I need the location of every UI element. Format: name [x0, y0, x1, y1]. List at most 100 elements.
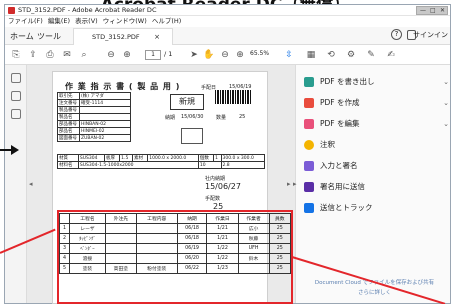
field-value: HINBAN-02	[79, 120, 131, 128]
close-button[interactable]: ✕	[440, 7, 445, 15]
menu-edit[interactable]: 編集(E)	[48, 16, 70, 27]
field-label: 図面番号	[57, 134, 80, 142]
new-order-box: 新規	[170, 94, 204, 110]
create-pdf-label: PDF を作成	[320, 98, 360, 107]
quantity-label: 数量	[216, 115, 227, 121]
comment-tool-icon	[304, 140, 314, 150]
tab-tools[interactable]: ツール	[37, 31, 61, 42]
field-value	[79, 113, 131, 121]
minimize-button[interactable]: —	[420, 7, 426, 15]
print-icon[interactable]: ⎙	[44, 49, 56, 61]
chevron-down-icon[interactable]: ⌄	[443, 117, 449, 131]
send-track-label: 送信とトラック	[320, 203, 373, 212]
material-table: 材質 SUS304 板厚 1.5 素材 1000.0 x 2000.0 個数 1…	[57, 154, 266, 169]
sheet-label: 個数	[197, 154, 215, 162]
create-icon[interactable]: ⎘	[10, 49, 22, 61]
field-label: 製品名	[57, 113, 80, 121]
acrobat-app-icon	[8, 7, 15, 14]
create-pdf-item[interactable]: PDF を作成 ⌄	[304, 96, 449, 110]
tools-pane: PDF を書き出し ⌄ PDF を作成 ⌄ PDF を編集 ⌄ 注釈 入力と署名…	[295, 65, 450, 303]
prev-page-icon[interactable]: ⊖	[105, 49, 117, 61]
upload-icon[interactable]: ⇪	[27, 49, 39, 61]
bookmark-icon[interactable]	[11, 91, 21, 101]
search-icon[interactable]: ⌕	[78, 49, 90, 61]
customer-label: 取引先	[57, 92, 80, 100]
document-heading: 作 業 指 示 書 ( 製 品 用 )	[65, 82, 181, 91]
window-controls: — □ ✕	[416, 6, 448, 15]
next-page-icon[interactable]: ⊕	[121, 49, 133, 61]
collapse-pane-arrow[interactable]: ▸	[293, 180, 297, 188]
help-icon[interactable]: ?	[391, 29, 402, 40]
sheet-value: 1	[213, 154, 222, 162]
comment-label: 注釈	[320, 140, 335, 149]
main-toolbar: ⎘ ⇪ ⎙ ✉ ⌕ ⊖ ⊕ 1 / 1 ➤ ✋ ⊖ ⊕ 65.5% ⇳ ▦ ⟲ …	[5, 45, 450, 65]
scroll-left-arrow[interactable]: ◂	[29, 180, 33, 188]
material-label: 材質	[57, 154, 79, 162]
field-label: 部品番号	[57, 120, 80, 128]
part-drawing-thumbnail	[181, 128, 203, 144]
menu-window[interactable]: ウィンドウ(W)	[103, 16, 147, 27]
left-navigation-pane	[5, 65, 27, 303]
thumbnail-icon[interactable]	[11, 73, 21, 83]
due-label: 社内納期	[205, 176, 226, 182]
scroll-mode-icon[interactable]: ▦	[305, 49, 317, 61]
zoom-level[interactable]: 65.5%	[250, 50, 269, 57]
page-total: / 1	[164, 50, 173, 58]
field-value: HINMEI-02	[79, 127, 131, 135]
material-value: SUS304	[77, 154, 105, 162]
scroll-right-arrow[interactable]: ▸	[287, 180, 291, 188]
stock-count: 10	[197, 161, 222, 169]
maximize-button[interactable]: □	[430, 7, 436, 15]
select-icon[interactable]: ➤	[188, 49, 200, 61]
edit-pdf-item[interactable]: PDF を編集 ⌄	[304, 117, 449, 131]
edit-pdf-label: PDF を編集	[320, 119, 360, 128]
header-fields-table: 取引先 (株) アマダ 注文番号 確受-1114 製品番号 製品名 部品番号 HINB…	[57, 92, 131, 142]
stock-value: SUS304-1.5-1000x2000	[77, 161, 199, 169]
field-value	[79, 106, 131, 114]
export-pdf-icon	[304, 77, 314, 87]
email-icon[interactable]: ✉	[61, 49, 73, 61]
issue-date-label: 手配日	[201, 85, 217, 91]
title-bar: STD_3152.PDF - Adobe Acrobat Reader DC —…	[5, 5, 450, 16]
size-label: 素材	[132, 154, 149, 162]
fill-sign-item[interactable]: 入力と署名	[304, 159, 449, 173]
fill-sign-label: 入力と署名	[320, 161, 358, 170]
menu-help[interactable]: ヘルプ(H)	[152, 16, 181, 27]
menu-bar: ファイル(F) 編集(E) 表示(V) ウィンドウ(W) ヘルプ(H)	[5, 16, 450, 27]
attachment-icon[interactable]	[11, 109, 21, 119]
create-pdf-icon	[304, 98, 314, 108]
comment-icon[interactable]: ✎	[365, 49, 377, 61]
export-pdf-item[interactable]: PDF を書き出し ⌄	[304, 75, 449, 89]
signin-link[interactable]: サインイン	[413, 30, 448, 40]
hand-icon[interactable]: ✋	[203, 49, 215, 61]
sign-icon[interactable]: ✍	[385, 49, 397, 61]
thickness-label: 板厚	[103, 154, 121, 162]
zoom-out-icon[interactable]: ⊖	[219, 49, 231, 61]
close-tab-icon[interactable]: ×	[154, 29, 160, 45]
weight-value: 2.8	[220, 161, 266, 169]
chevron-down-icon[interactable]: ⌄	[443, 96, 449, 110]
quantity-value: 25	[239, 114, 246, 120]
count-label: 手配数	[205, 196, 221, 202]
send-signature-item[interactable]: 署名用に送信	[304, 180, 449, 194]
comment-item[interactable]: 注釈	[304, 138, 449, 152]
dimension-value: 300.0 x 300.0	[220, 154, 266, 162]
page-number-input[interactable]: 1	[145, 50, 161, 60]
field-label: 製品番号	[57, 106, 80, 114]
menu-view[interactable]: 表示(V)	[75, 16, 98, 27]
rotate-icon[interactable]: ⟲	[325, 49, 337, 61]
menu-file[interactable]: ファイル(F)	[8, 16, 43, 27]
zoom-in-icon[interactable]: ⊕	[234, 49, 246, 61]
send-track-item[interactable]: 送信とトラック	[304, 201, 449, 215]
document-tab-label: STD_3152.PDF	[92, 33, 140, 41]
send-signature-label: 署名用に送信	[320, 182, 365, 191]
tab-document[interactable]: STD_3152.PDF ×	[73, 28, 173, 45]
tools-icon[interactable]: ⚙	[345, 49, 357, 61]
callout-arrow-icon	[11, 145, 19, 155]
chevron-down-icon[interactable]: ⌄	[443, 75, 449, 89]
customer-value: (株) アマダ	[79, 92, 131, 100]
fit-page-icon[interactable]: ⇳	[283, 49, 295, 61]
tab-bar: ホーム ツール STD_3152.PDF × ? サインイン	[5, 27, 450, 45]
delivery-date: 15/06/30	[181, 114, 204, 120]
tab-home[interactable]: ホーム	[10, 31, 34, 42]
